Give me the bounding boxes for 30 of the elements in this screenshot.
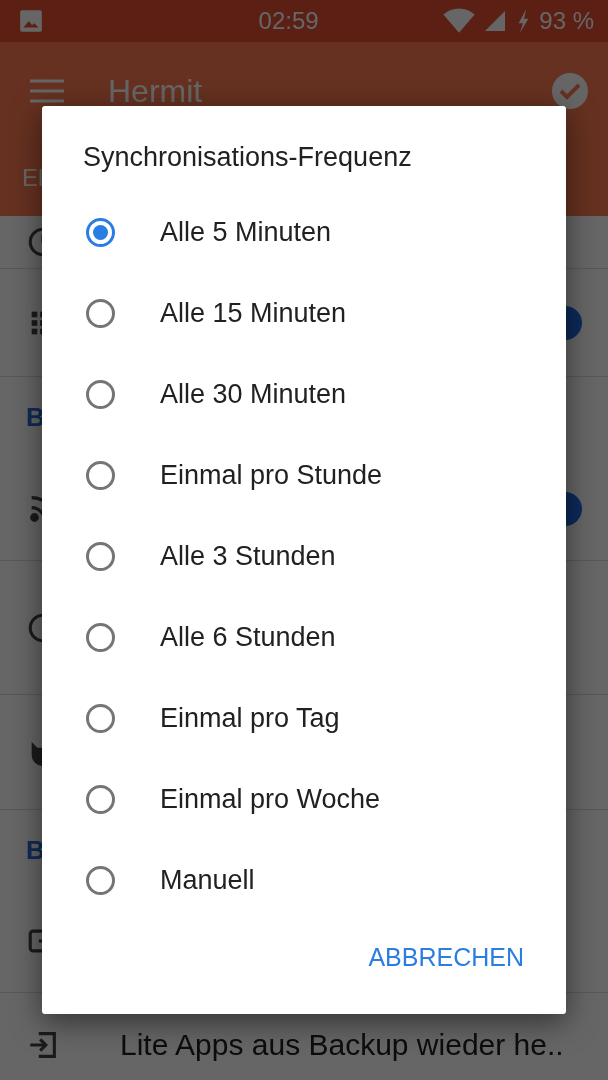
battery-level: 93 % [539,7,594,35]
option-label[interactable]: Einmal pro Stunde [160,460,383,491]
section-header: B [26,401,45,433]
radio-button[interactable] [86,299,115,328]
app-title: Hermit [108,72,203,110]
dialog-title: Synchronisations-Frequenz [82,141,413,174]
image-icon [18,8,44,34]
radio-button[interactable] [86,623,115,652]
option-label[interactable]: Einmal pro Tag [160,703,340,734]
section-header: B [26,834,45,866]
option-label[interactable]: Alle 6 Stunden [160,622,336,653]
option-label[interactable]: Einmal pro Woche [160,784,381,815]
check-icon[interactable] [552,73,588,109]
radio-button[interactable] [86,785,115,814]
row-label: Lite Apps aus Backup wieder he.. [120,1027,564,1062]
clock-time: 02:59 [257,7,319,35]
wifi-icon [443,8,476,34]
option-label[interactable]: Manuell [160,865,255,896]
radio-button[interactable] [86,461,115,490]
radio-button[interactable] [86,866,115,895]
signal-icon [483,9,508,33]
option-label[interactable]: Alle 30 Minuten [160,379,347,410]
radio-button[interactable] [86,380,115,409]
option-label[interactable]: Alle 15 Minuten [160,298,347,329]
radio-button[interactable] [86,704,115,733]
radio-button[interactable] [86,218,115,247]
option-label[interactable]: Alle 3 Stunden [160,541,336,572]
radio-button[interactable] [86,542,115,571]
option-label[interactable]: Alle 5 Minuten [160,217,332,248]
cancel-button[interactable]: ABBRECHEN [366,937,526,978]
